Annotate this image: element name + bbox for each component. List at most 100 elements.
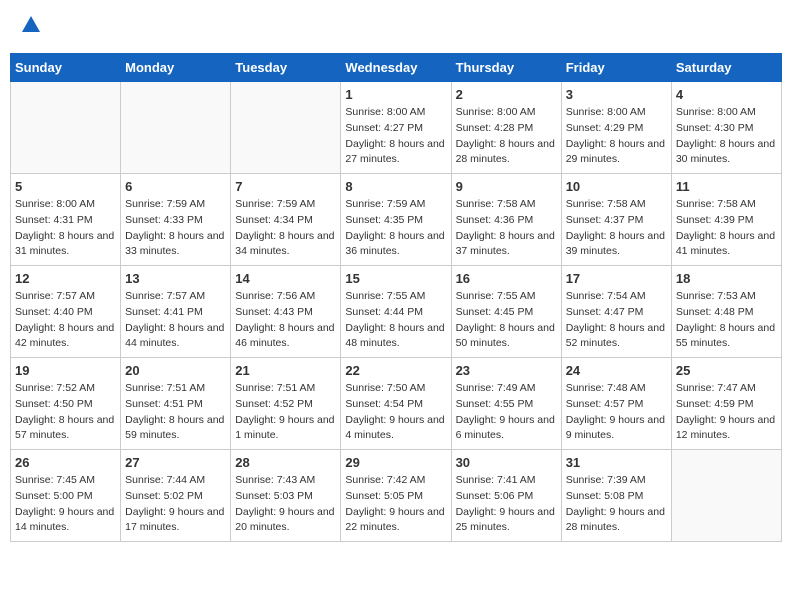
day-info: Sunrise: 7:39 AM Sunset: 5:08 PM Dayligh… [566, 473, 667, 536]
day-info: Sunrise: 7:51 AM Sunset: 4:51 PM Dayligh… [125, 381, 226, 444]
day-number: 15 [345, 271, 446, 286]
day-number: 8 [345, 179, 446, 194]
calendar-cell: 12 Sunrise: 7:57 AM Sunset: 4:40 PM Dayli… [11, 266, 121, 358]
calendar-cell: 9 Sunrise: 7:58 AM Sunset: 4:36 PM Daylig… [451, 174, 561, 266]
day-number: 31 [566, 455, 667, 470]
page-header [10, 10, 782, 45]
week-row: 26 Sunrise: 7:45 AM Sunset: 5:00 PM Dayli… [11, 450, 782, 542]
calendar-cell: 4Sunrise: 8:00 AM Sunset: 4:30 PM Daylig… [671, 82, 781, 174]
day-number: 30 [456, 455, 557, 470]
day-info: Sunrise: 7:51 AM Sunset: 4:52 PM Dayligh… [235, 381, 336, 444]
calendar-cell: 21 Sunrise: 7:51 AM Sunset: 4:52 PM Dayli… [231, 358, 341, 450]
weekday-header-cell: Thursday [451, 54, 561, 82]
day-info: Sunrise: 7:42 AM Sunset: 5:05 PM Dayligh… [345, 473, 446, 536]
day-number: 10 [566, 179, 667, 194]
day-info: Sunrise: 7:58 AM Sunset: 4:37 PM Dayligh… [566, 197, 667, 260]
week-row: 5 Sunrise: 8:00 AM Sunset: 4:31 PM Daylig… [11, 174, 782, 266]
day-number: 26 [15, 455, 116, 470]
calendar-cell: 14 Sunrise: 7:56 AM Sunset: 4:43 PM Dayli… [231, 266, 341, 358]
week-row: 19 Sunrise: 7:52 AM Sunset: 4:50 PM Dayli… [11, 358, 782, 450]
day-number: 1 [345, 87, 446, 102]
day-number: 21 [235, 363, 336, 378]
logo [18, 14, 42, 41]
calendar-cell [11, 82, 121, 174]
day-number: 7 [235, 179, 336, 194]
day-number: 14 [235, 271, 336, 286]
day-info: Sunrise: 7:52 AM Sunset: 4:50 PM Dayligh… [15, 381, 116, 444]
day-info: Sunrise: 7:56 AM Sunset: 4:43 PM Dayligh… [235, 289, 336, 352]
day-number: 16 [456, 271, 557, 286]
weekday-header-cell: Friday [561, 54, 671, 82]
calendar-cell: 13Sunrise: 7:57 AM Sunset: 4:41 PM Dayli… [121, 266, 231, 358]
calendar-cell: 5 Sunrise: 8:00 AM Sunset: 4:31 PM Daylig… [11, 174, 121, 266]
day-number: 4 [676, 87, 777, 102]
calendar-cell: 7 Sunrise: 7:59 AM Sunset: 4:34 PM Daylig… [231, 174, 341, 266]
day-number: 24 [566, 363, 667, 378]
day-number: 6 [125, 179, 226, 194]
day-info: Sunrise: 7:59 AM Sunset: 4:35 PM Dayligh… [345, 197, 446, 260]
calendar-cell: 23Sunrise: 7:49 AM Sunset: 4:55 PM Dayli… [451, 358, 561, 450]
logo-icon [20, 14, 42, 36]
day-info: Sunrise: 7:53 AM Sunset: 4:48 PM Dayligh… [676, 289, 777, 352]
day-info: Sunrise: 7:58 AM Sunset: 4:36 PM Dayligh… [456, 197, 557, 260]
calendar-cell: 11Sunrise: 7:58 AM Sunset: 4:39 PM Dayli… [671, 174, 781, 266]
day-number: 18 [676, 271, 777, 286]
day-info: Sunrise: 7:48 AM Sunset: 4:57 PM Dayligh… [566, 381, 667, 444]
day-info: Sunrise: 7:44 AM Sunset: 5:02 PM Dayligh… [125, 473, 226, 536]
day-info: Sunrise: 7:55 AM Sunset: 4:44 PM Dayligh… [345, 289, 446, 352]
calendar-body: 1 Sunrise: 8:00 AM Sunset: 4:27 PM Daylig… [11, 82, 782, 542]
calendar-cell: 26 Sunrise: 7:45 AM Sunset: 5:00 PM Dayli… [11, 450, 121, 542]
day-number: 9 [456, 179, 557, 194]
calendar: SundayMondayTuesdayWednesdayThursdayFrid… [10, 53, 782, 542]
day-number: 20 [125, 363, 226, 378]
day-number: 19 [15, 363, 116, 378]
day-number: 12 [15, 271, 116, 286]
calendar-cell: 8 Sunrise: 7:59 AM Sunset: 4:35 PM Daylig… [341, 174, 451, 266]
calendar-cell: 15 Sunrise: 7:55 AM Sunset: 4:44 PM Dayli… [341, 266, 451, 358]
calendar-cell: 20 Sunrise: 7:51 AM Sunset: 4:51 PM Dayli… [121, 358, 231, 450]
calendar-cell: 19 Sunrise: 7:52 AM Sunset: 4:50 PM Dayli… [11, 358, 121, 450]
day-number: 13 [125, 271, 226, 286]
day-info: Sunrise: 7:54 AM Sunset: 4:47 PM Dayligh… [566, 289, 667, 352]
calendar-cell: 25 Sunrise: 7:47 AM Sunset: 4:59 PM Dayli… [671, 358, 781, 450]
weekday-header-cell: Wednesday [341, 54, 451, 82]
day-number: 2 [456, 87, 557, 102]
day-number: 5 [15, 179, 116, 194]
day-info: Sunrise: 8:00 AM Sunset: 4:29 PM Dayligh… [566, 105, 667, 168]
weekday-header: SundayMondayTuesdayWednesdayThursdayFrid… [11, 54, 782, 82]
calendar-cell [121, 82, 231, 174]
calendar-cell: 18 Sunrise: 7:53 AM Sunset: 4:48 PM Dayli… [671, 266, 781, 358]
calendar-cell [231, 82, 341, 174]
day-number: 25 [676, 363, 777, 378]
calendar-cell: 3 Sunrise: 8:00 AM Sunset: 4:29 PM Daylig… [561, 82, 671, 174]
day-number: 29 [345, 455, 446, 470]
calendar-cell: 27Sunrise: 7:44 AM Sunset: 5:02 PM Dayli… [121, 450, 231, 542]
day-number: 28 [235, 455, 336, 470]
weekday-header-cell: Monday [121, 54, 231, 82]
day-info: Sunrise: 7:59 AM Sunset: 4:34 PM Dayligh… [235, 197, 336, 260]
day-info: Sunrise: 7:57 AM Sunset: 4:40 PM Dayligh… [15, 289, 116, 352]
week-row: 1 Sunrise: 8:00 AM Sunset: 4:27 PM Daylig… [11, 82, 782, 174]
calendar-cell: 29 Sunrise: 7:42 AM Sunset: 5:05 PM Dayli… [341, 450, 451, 542]
calendar-cell: 30 Sunrise: 7:41 AM Sunset: 5:06 PM Dayli… [451, 450, 561, 542]
day-info: Sunrise: 8:00 AM Sunset: 4:31 PM Dayligh… [15, 197, 116, 260]
day-number: 22 [345, 363, 446, 378]
calendar-cell: 22Sunrise: 7:50 AM Sunset: 4:54 PM Dayli… [341, 358, 451, 450]
calendar-cell: 16 Sunrise: 7:55 AM Sunset: 4:45 PM Dayli… [451, 266, 561, 358]
calendar-cell [671, 450, 781, 542]
day-info: Sunrise: 7:41 AM Sunset: 5:06 PM Dayligh… [456, 473, 557, 536]
day-info: Sunrise: 7:59 AM Sunset: 4:33 PM Dayligh… [125, 197, 226, 260]
day-number: 17 [566, 271, 667, 286]
day-info: Sunrise: 7:45 AM Sunset: 5:00 PM Dayligh… [15, 473, 116, 536]
day-info: Sunrise: 8:00 AM Sunset: 4:27 PM Dayligh… [345, 105, 446, 168]
calendar-cell: 6 Sunrise: 7:59 AM Sunset: 4:33 PM Daylig… [121, 174, 231, 266]
day-number: 3 [566, 87, 667, 102]
day-info: Sunrise: 7:43 AM Sunset: 5:03 PM Dayligh… [235, 473, 336, 536]
weekday-header-cell: Sunday [11, 54, 121, 82]
day-number: 23 [456, 363, 557, 378]
calendar-cell: 28 Sunrise: 7:43 AM Sunset: 5:03 PM Dayli… [231, 450, 341, 542]
day-info: Sunrise: 7:47 AM Sunset: 4:59 PM Dayligh… [676, 381, 777, 444]
day-info: Sunrise: 8:00 AM Sunset: 4:28 PM Dayligh… [456, 105, 557, 168]
day-info: Sunrise: 7:55 AM Sunset: 4:45 PM Dayligh… [456, 289, 557, 352]
calendar-cell: 31 Sunrise: 7:39 AM Sunset: 5:08 PM Dayli… [561, 450, 671, 542]
